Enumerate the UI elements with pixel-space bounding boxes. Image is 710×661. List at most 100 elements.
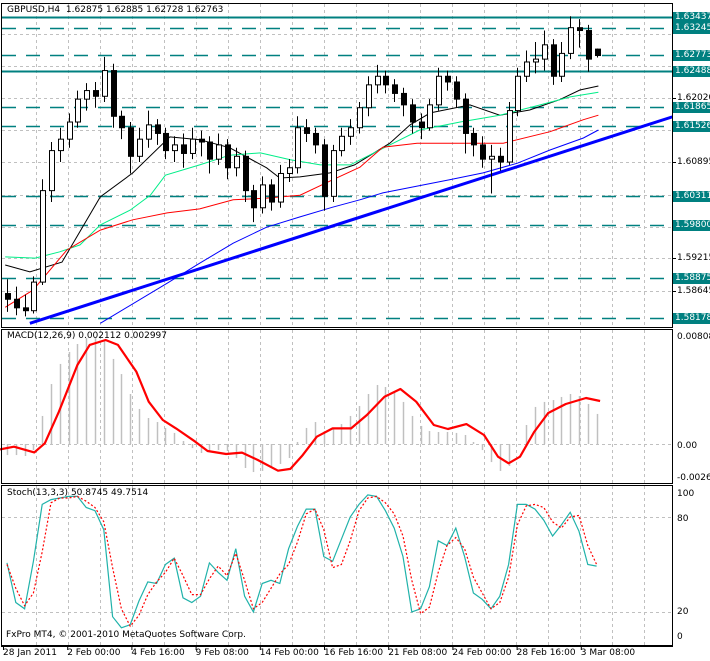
macd-signal-value: 0.002997 <box>124 331 168 341</box>
candle-bullish <box>75 98 81 123</box>
candle-bearish <box>498 155 504 163</box>
candle-bearish <box>251 190 257 209</box>
candle-bearish <box>419 121 425 129</box>
stoch-main-line <box>6 494 597 629</box>
level-price-label: 1.58178 <box>673 312 710 324</box>
candle-bullish <box>533 58 539 63</box>
macd-panel-frame <box>1 329 673 484</box>
candle-bearish <box>5 293 11 300</box>
stoch-main-value: 50.8745 <box>70 488 109 498</box>
candle-bullish <box>216 144 222 160</box>
candle-bullish <box>436 75 442 106</box>
ohlc-open: 1.62875 <box>65 5 104 15</box>
stoch-axis-label: 20 <box>677 607 689 617</box>
candle-bullish <box>234 155 240 169</box>
candlesticks <box>5 16 601 317</box>
copyright-text: FxPro MT4, © 2001-2010 MetaQuotes Softwa… <box>6 630 246 640</box>
chart-header: GBPUSD,H4 1.62875 1.62885 1.62728 1.6276… <box>7 5 223 16</box>
candle-bullish <box>146 124 152 140</box>
candle-bearish <box>595 48 601 57</box>
candle-bullish <box>31 281 37 312</box>
candle-bearish <box>551 44 557 77</box>
candle-bearish <box>471 132 477 146</box>
candle-bullish <box>278 172 284 203</box>
candle-bearish <box>577 27 583 32</box>
candle-bearish <box>199 138 205 143</box>
time-axis-label: 24 Feb 00:00 <box>452 648 512 658</box>
time-axis-label: 28 Jan 2011 <box>3 648 57 658</box>
trendline <box>29 115 673 325</box>
ohlc-low: 1.62728 <box>146 5 184 15</box>
candle-bearish <box>207 141 213 160</box>
price-axis-label: 1.60895 <box>677 157 710 168</box>
candle-bullish <box>67 121 73 140</box>
candle-bullish <box>172 144 178 152</box>
candle-bearish <box>304 127 310 134</box>
time-axis-label: 21 Feb 08:00 <box>388 648 448 658</box>
level-price-label: 1.63437 <box>673 11 710 23</box>
candle-bearish <box>93 90 99 97</box>
time-axis-label: 3 Mar 08:00 <box>580 648 636 658</box>
candle-bearish <box>445 75 451 83</box>
candle-bearish <box>23 307 29 312</box>
level-price-label: 1.62488 <box>673 65 710 77</box>
candle-bullish <box>40 190 46 283</box>
candle-bearish <box>269 184 275 203</box>
level-price-label: 1.62773 <box>673 49 710 61</box>
candle-bearish <box>128 127 134 157</box>
candle-bearish <box>586 30 592 60</box>
candle-bullish <box>357 107 363 129</box>
level-price-label: 1.63245 <box>673 22 710 34</box>
candle-bearish <box>155 124 161 134</box>
candle-bullish <box>568 27 574 54</box>
candle-bearish <box>463 98 469 134</box>
stoch-header: Stoch(13,3,3) 50.8745 49.7514 <box>7 488 148 499</box>
level-price-label: 1.61526 <box>673 120 710 132</box>
candle-bearish <box>480 144 486 160</box>
candle-bullish <box>58 138 64 152</box>
stoch-axis-label: 80 <box>677 514 689 524</box>
candle-bearish <box>14 298 20 309</box>
candle-bullish <box>427 104 433 129</box>
candle-bullish <box>559 52 565 77</box>
candle-bullish <box>348 127 354 137</box>
macd-name: MACD(12,26,9) <box>7 331 76 341</box>
macd-header: MACD(12,26,9) 0.002112 0.002997 <box>7 331 167 342</box>
stoch-axis-label: 0 <box>677 632 683 642</box>
macd-axis-label: -0.002660 <box>677 473 710 483</box>
stoch-signal-line <box>6 495 598 628</box>
candle-bearish <box>225 144 231 169</box>
time-axis-label: 9 Feb 08:00 <box>195 648 249 658</box>
level-price-label: 1.60311 <box>673 190 710 202</box>
trendline-layer <box>29 115 673 325</box>
ohlc-close: 1.62763 <box>186 5 224 15</box>
ma-blue-line <box>100 129 599 324</box>
candle-bearish <box>383 75 389 86</box>
candle-bearish <box>111 70 117 117</box>
candle-bearish <box>401 92 407 106</box>
candle-bullish <box>339 135 345 152</box>
candle-bearish <box>181 144 187 154</box>
candle-bullish <box>515 75 521 112</box>
time-axis-label: 14 Feb 00:00 <box>259 648 319 658</box>
time-axis-label: 28 Feb 16:00 <box>516 648 576 658</box>
candle-bullish <box>137 138 143 157</box>
level-price-label: 1.61865 <box>673 101 710 113</box>
candle-bearish <box>322 144 328 197</box>
candle-bullish <box>287 167 293 174</box>
time-axis-label: 2 Feb 00:00 <box>67 648 121 658</box>
candle-bullish <box>507 110 513 163</box>
ohlc-high: 1.62885 <box>106 5 144 15</box>
stoch-signal-value: 49.7514 <box>111 488 149 498</box>
candle-bullish <box>366 84 372 109</box>
candle-bearish <box>119 115 125 129</box>
candle-bullish <box>489 155 495 160</box>
macd-axis-label: 0.008086 <box>677 332 710 342</box>
stoch-name: Stoch(13,3,3) <box>7 488 69 498</box>
candle-bullish <box>190 138 196 154</box>
stoch-axis-label: 100 <box>677 489 695 499</box>
candle-bullish <box>331 150 337 197</box>
level-price-label: 1.58875 <box>673 272 710 284</box>
candle-bearish <box>313 132 319 146</box>
macd-axis-label: 0.00 <box>677 441 698 451</box>
